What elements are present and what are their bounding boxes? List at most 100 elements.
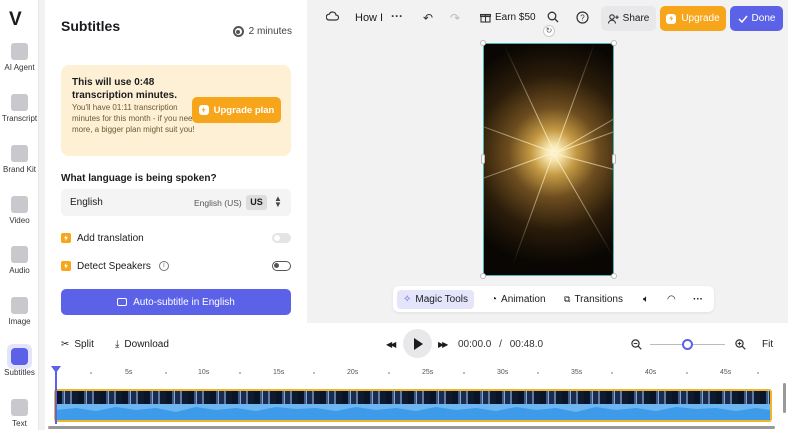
- time-display: 00:00.0 / 00:48.0: [458, 339, 543, 350]
- resize-handle[interactable]: [611, 40, 617, 46]
- rail-item-label: Image: [8, 317, 31, 326]
- tick-label: 10s: [198, 369, 210, 376]
- speed-button[interactable]: ◠: [661, 290, 682, 309]
- fit-button[interactable]: Fit: [762, 339, 773, 350]
- gift-icon: [480, 13, 491, 23]
- tick-label: 35s: [571, 369, 583, 376]
- redo-icon[interactable]: ↷: [450, 11, 460, 25]
- scissors-icon: ✂: [61, 339, 70, 350]
- split-label: Split: [74, 339, 94, 350]
- upgrade-button[interactable]: Upgrade: [660, 6, 726, 31]
- rotate-handle-icon[interactable]: ↻: [543, 25, 555, 37]
- svg-text:?: ?: [580, 13, 585, 22]
- app-logo[interactable]: V: [9, 9, 22, 31]
- rail-item-subtitles[interactable]: Subtitles: [0, 344, 39, 377]
- resize-handle[interactable]: [480, 273, 486, 279]
- bolt-icon: [61, 261, 71, 271]
- time-separator: /: [499, 339, 502, 350]
- resize-handle[interactable]: [611, 273, 617, 279]
- share-label: Share: [622, 13, 650, 24]
- download-label: Download: [124, 339, 169, 350]
- bolt-icon: [61, 233, 71, 243]
- playhead-line[interactable]: [55, 372, 57, 424]
- rail-item-image[interactable]: Image: [0, 297, 39, 326]
- add-translation-toggle[interactable]: [272, 233, 291, 243]
- cloud-icon[interactable]: [326, 11, 339, 21]
- resize-handle[interactable]: [481, 154, 485, 164]
- resize-handle[interactable]: [480, 40, 486, 46]
- rail-item-transcript[interactable]: Transcript: [0, 94, 39, 123]
- region-code-badge: US: [246, 195, 267, 210]
- text-icon: [11, 399, 28, 416]
- undo-icon[interactable]: ↶: [423, 11, 433, 25]
- animation-button[interactable]: ◔ Animation: [485, 290, 552, 309]
- timeline-toolbar: ✂ Split ⤓ Download ◀◀ ▶▶ 00:00.0 / 00:48…: [45, 323, 788, 363]
- transitions-button[interactable]: ⧉ Transitions: [558, 290, 629, 309]
- detect-speakers-label: Detect Speakers: [77, 260, 151, 272]
- rail-item-ai-agent[interactable]: AI Agent: [0, 43, 39, 72]
- volume-button[interactable]: 🔈︎: [637, 290, 655, 309]
- skip-forward-icon[interactable]: ▶▶: [438, 340, 448, 349]
- video-preview[interactable]: [483, 43, 614, 276]
- zoom-out-icon[interactable]: [631, 339, 642, 350]
- detect-speakers-toggle[interactable]: [272, 261, 291, 271]
- detect-speakers-row[interactable]: Detect Speakers i: [61, 258, 291, 274]
- rail-item-video[interactable]: Video: [0, 196, 39, 225]
- play-icon: [414, 337, 423, 350]
- audio-waveform: [56, 404, 770, 420]
- tick-label: 40s: [645, 369, 657, 376]
- panel-title: Subtitles: [61, 18, 121, 34]
- magic-tools-button[interactable]: ✧ Magic Tools: [397, 290, 475, 309]
- add-translation-row[interactable]: Add translation: [61, 230, 291, 246]
- transcript-icon: [11, 94, 28, 111]
- rail-item-brand-kit[interactable]: Brand Kit: [0, 145, 39, 174]
- split-button[interactable]: ✂ Split: [61, 339, 94, 350]
- transitions-label: Transitions: [574, 294, 623, 305]
- upgrade-label: Upgrade: [681, 13, 720, 24]
- play-button[interactable]: [403, 329, 432, 358]
- region-value: English (US): [194, 198, 242, 208]
- transitions-icon: ⧉: [564, 294, 571, 304]
- zoom-in-icon[interactable]: [735, 339, 746, 350]
- vertical-scrollbar[interactable]: [783, 383, 786, 413]
- more-icon: ···: [693, 294, 703, 305]
- resize-handle[interactable]: [612, 154, 616, 164]
- rail-item-audio[interactable]: Audio: [0, 246, 39, 275]
- info-icon[interactable]: i: [158, 261, 169, 271]
- skip-back-icon[interactable]: ◀◀: [386, 340, 396, 349]
- upgrade-plan-label: Upgrade plan: [213, 104, 275, 116]
- sparkle-icon: [11, 43, 28, 60]
- bolt-icon: [666, 13, 677, 24]
- rail-item-text[interactable]: Text: [0, 399, 39, 428]
- video-clip[interactable]: [54, 389, 772, 422]
- help-icon[interactable]: ?: [576, 11, 589, 24]
- tick-label: 5s: [125, 369, 133, 376]
- search-icon[interactable]: [547, 11, 559, 23]
- tick-dot: [90, 372, 92, 374]
- share-button[interactable]: Share: [601, 6, 656, 31]
- zoom-slider-knob[interactable]: [682, 339, 693, 350]
- horizontal-scrollbar[interactable]: [48, 426, 775, 429]
- language-select[interactable]: English English (US) US ▲ ▼: [61, 189, 291, 216]
- more-icon[interactable]: ···: [391, 9, 403, 23]
- auto-subtitle-button[interactable]: Auto-subtitle in English: [61, 289, 291, 315]
- tick-dot: [757, 372, 759, 374]
- earn-button[interactable]: Earn $50: [480, 12, 536, 23]
- upgrade-plan-button[interactable]: Upgrade plan: [192, 97, 281, 123]
- add-translation-label: Add translation: [77, 232, 144, 244]
- tick-dot: [537, 372, 539, 374]
- project-name[interactable]: How I: [355, 12, 383, 24]
- rail-item-label: Audio: [9, 266, 30, 275]
- done-button[interactable]: Done: [730, 6, 783, 31]
- tick-label: 20s: [347, 369, 359, 376]
- tick-dot: [165, 372, 167, 374]
- total-time: 00:48.0: [509, 339, 544, 350]
- download-icon: ⤓: [115, 339, 120, 350]
- timeline-ruler[interactable]: 5s 10s 15s 20s 25s 30s 35s 40s 45s: [45, 363, 788, 386]
- audio-icon: [11, 246, 28, 263]
- download-button[interactable]: ⤓ Download: [115, 339, 169, 350]
- tick-label: 45s: [720, 369, 732, 376]
- magic-tools-label: Magic Tools: [415, 294, 469, 305]
- more-tools-button[interactable]: ···: [687, 290, 709, 309]
- clock-icon: [232, 26, 244, 37]
